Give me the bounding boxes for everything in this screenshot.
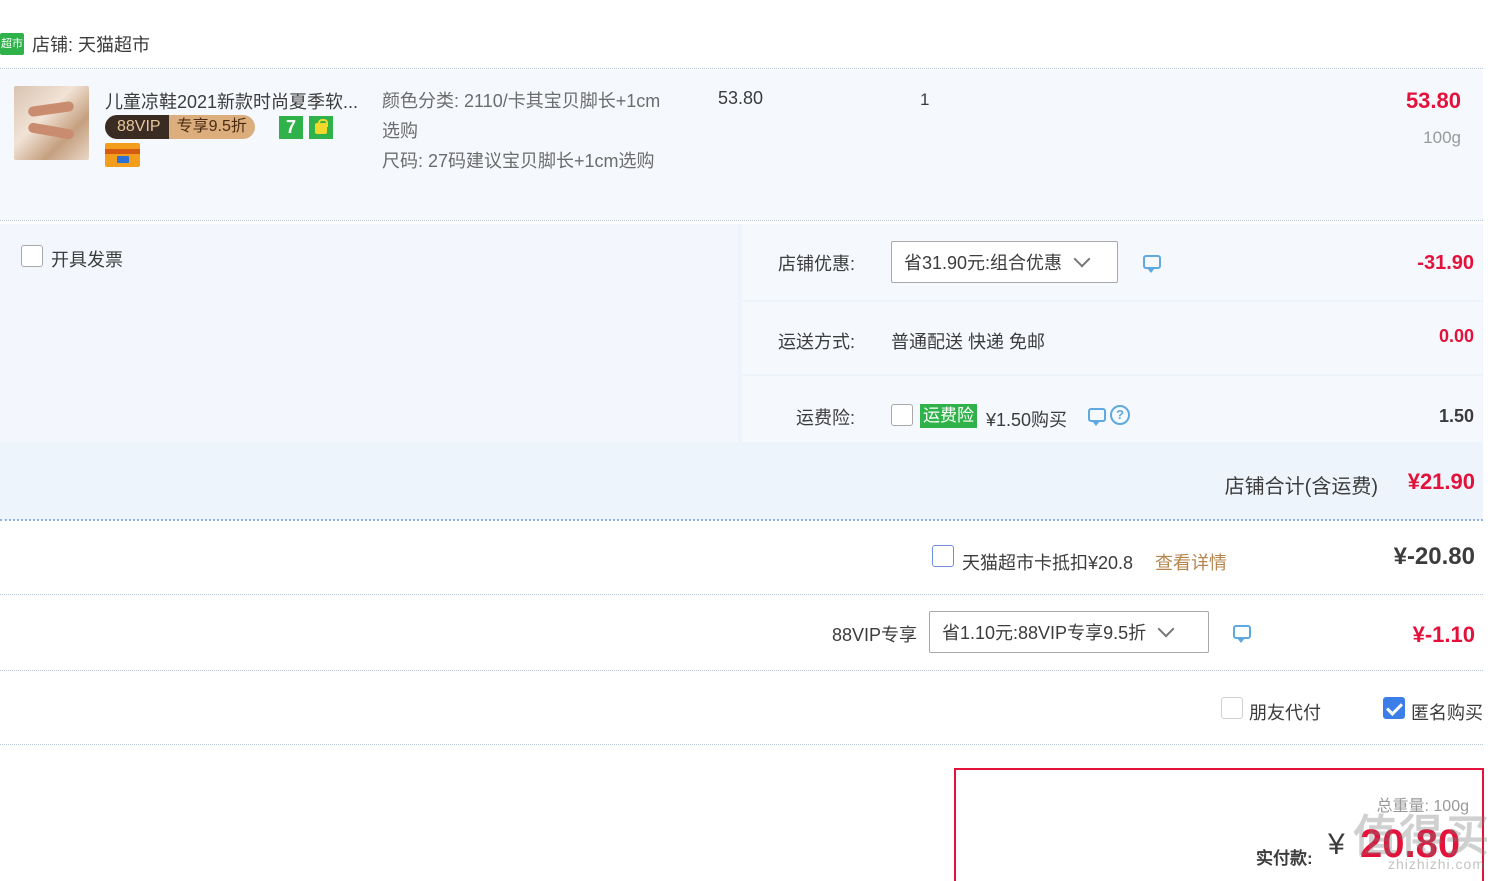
line-total: 53.80 xyxy=(1405,88,1461,113)
message-icon[interactable] xyxy=(1233,625,1251,643)
insurance-price: ¥1.50购买 xyxy=(986,410,1068,430)
shipping-label: 运送方式: xyxy=(778,332,856,352)
vip-discount-select[interactable]: 省1.10元:88VIP专享9.5折 xyxy=(929,611,1209,653)
sku-info: 颜色分类: 2110/卡其宝贝脚长+1cm选购 尺码: 27码建议宝贝脚长+1c… xyxy=(382,86,672,176)
watermark: 值得买 xyxy=(1353,812,1491,861)
invoice-checkbox[interactable] xyxy=(21,245,43,267)
item-weight: 100g xyxy=(1423,128,1461,147)
insurance-row: 运费险: 运费险 ¥1.50购买 ? 1.50 xyxy=(742,376,1482,442)
anonymous-label: 匿名购买 xyxy=(1411,703,1483,723)
card-deduct-label: 天猫超市卡抵扣¥20.8 xyxy=(962,553,1134,573)
invoice-panel: 开具发票 xyxy=(0,224,738,442)
insurance-tag: 运费险 xyxy=(920,404,977,428)
card-deduct-amount: ¥-20.80 xyxy=(1393,543,1475,570)
friend-pay-checkbox[interactable] xyxy=(1221,697,1243,719)
product-thumbnail[interactable] xyxy=(14,86,89,160)
shop-discount-amount: -31.90 xyxy=(1417,252,1474,274)
shipping-method: 普通配送 快递 免邮 xyxy=(891,332,1046,352)
divider xyxy=(0,670,1483,671)
help-icon[interactable]: ? xyxy=(1110,405,1130,425)
chevron-down-icon xyxy=(1073,250,1091,268)
order-options: 开具发票 店铺优惠: 省31.90元:组合优惠 -31.90 运送方式: 普通配… xyxy=(0,224,1483,520)
friend-pay-label: 朋友代付 xyxy=(1249,703,1321,723)
chevron-down-icon xyxy=(1157,620,1175,638)
shop-discount-select[interactable]: 省31.90元:组合优惠 xyxy=(891,241,1118,283)
seven-day-return-icon[interactable]: 7 xyxy=(279,116,303,139)
item-row: 儿童凉鞋2021新款时尚夏季软... 88VIP 专享9.5折 7 颜色分类: … xyxy=(0,70,1483,220)
anonymous-checkbox[interactable] xyxy=(1383,697,1405,719)
insurance-amount: 1.50 xyxy=(1438,406,1474,426)
unit-price: 53.80 xyxy=(718,88,764,108)
insurance-label: 运费险: xyxy=(796,408,856,428)
shop-discount-row: 店铺优惠: 省31.90元:组合优惠 -31.90 xyxy=(742,224,1482,300)
credit-card-icon[interactable] xyxy=(105,143,140,167)
shop-discount-select-value: 省31.90元:组合优惠 xyxy=(904,253,1063,273)
divider xyxy=(0,220,1483,221)
message-icon[interactable] xyxy=(1143,255,1161,273)
vip-discount-badge: 88VIP 专享9.5折 xyxy=(105,115,255,139)
shop-discount-label: 店铺优惠: xyxy=(778,254,856,274)
vip-badge-left: 88VIP xyxy=(105,115,169,139)
watermark-url: zhizhizhi.com xyxy=(1387,856,1485,872)
shopping-bag-icon[interactable] xyxy=(309,116,333,139)
shipping-amount: 0.00 xyxy=(1438,326,1474,346)
view-details-link[interactable]: 查看详情 xyxy=(1155,549,1227,575)
tmall-supermarket-logo-icon: 超市 xyxy=(0,33,24,55)
insurance-checkbox[interactable] xyxy=(891,404,913,426)
shop-total-amount: ¥21.90 xyxy=(1407,469,1475,494)
actual-pay-label: 实付款: xyxy=(1256,849,1313,868)
shop-name[interactable]: 店铺: 天猫超市 xyxy=(32,31,150,57)
message-icon[interactable] xyxy=(1088,408,1106,426)
sku-size: 尺码: 27码建议宝贝脚长+1cm选购 xyxy=(382,151,655,171)
vip-select-value: 省1.10元:88VIP专享9.5折 xyxy=(942,623,1147,643)
divider xyxy=(0,68,1483,69)
shop-header: 超市 店铺: 天猫超市 xyxy=(0,28,150,60)
sku-color: 颜色分类: 2110/卡其宝贝脚长+1cm选购 xyxy=(382,91,661,141)
product-title-link[interactable]: 儿童凉鞋2021新款时尚夏季软... xyxy=(105,88,367,114)
vip-discount-amount: ¥-1.10 xyxy=(1412,622,1475,647)
shipping-row: 运送方式: 普通配送 快递 免邮 0.00 xyxy=(742,302,1482,374)
invoice-label: 开具发票 xyxy=(51,250,123,270)
divider xyxy=(0,744,1483,745)
card-deduct-checkbox[interactable] xyxy=(932,545,954,567)
divider xyxy=(0,594,1483,595)
currency-symbol: ¥ xyxy=(1328,828,1345,861)
shop-total-label: 店铺合计(含运费) xyxy=(1224,476,1378,498)
divider xyxy=(0,519,1483,521)
vip-badge-right: 专享9.5折 xyxy=(168,115,255,139)
quantity: 1 xyxy=(920,90,930,109)
vip-label: 88VIP专享 xyxy=(832,625,918,645)
